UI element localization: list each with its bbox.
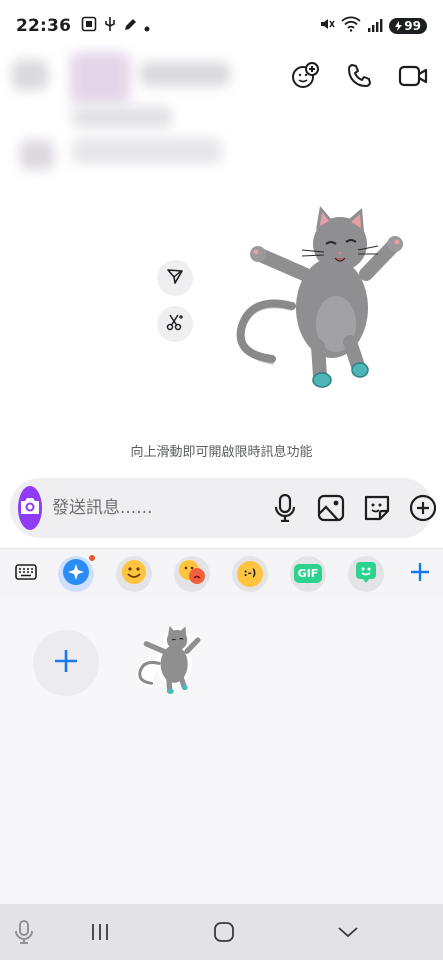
- microphone-icon: [15, 920, 33, 944]
- composer-icons: [271, 494, 437, 522]
- add-sticker-pack-button[interactable]: [409, 559, 431, 589]
- home-button[interactable]: [210, 920, 238, 944]
- ai-sticker-tab[interactable]: [58, 553, 96, 592]
- chat-header: [0, 52, 443, 104]
- battery-level: 99: [404, 19, 421, 33]
- video-call-icon[interactable]: [397, 60, 429, 92]
- recent-apps-button[interactable]: [86, 920, 114, 944]
- recent-apps-icon: [92, 924, 108, 940]
- cutout-button[interactable]: [157, 306, 193, 342]
- smiley-icon: [121, 559, 147, 589]
- status-time: 22:36: [16, 16, 72, 36]
- cat-sticker-message[interactable]: [232, 196, 410, 414]
- home-icon: [214, 922, 234, 942]
- status-bar: 22:36 99: [0, 0, 443, 52]
- avatar-sticker-icon: [354, 560, 378, 588]
- camera-icon: [18, 495, 42, 521]
- cutout-icon: [165, 312, 185, 336]
- message-preview-blurred: [72, 138, 222, 164]
- voice-input-button[interactable]: [10, 920, 38, 944]
- new-badge: [88, 553, 96, 562]
- sticker-tray-body: [0, 598, 443, 904]
- screenshot-icon: [81, 16, 97, 36]
- gif-tab[interactable]: GIF: [290, 555, 326, 592]
- message-composer: [10, 478, 437, 538]
- contact-name-blurred[interactable]: [140, 62, 230, 86]
- avatar-sticker-tab[interactable]: [348, 555, 384, 592]
- status-icons-left: [81, 16, 150, 36]
- mixed-emoji-icon: [178, 559, 206, 589]
- usb-icon: [104, 16, 116, 36]
- cat-sticker-item[interactable]: [134, 622, 206, 704]
- vanish-mode-hint: 向上滑動即可開啟限時訊息功能: [130, 445, 313, 460]
- status-icons-right: 99: [319, 16, 427, 36]
- dot-icon: [144, 17, 150, 36]
- pen-icon: [123, 17, 137, 36]
- contact-avatar-blurred[interactable]: [70, 52, 130, 104]
- message-preview-blurred: [72, 106, 172, 128]
- plus-icon: [411, 562, 429, 581]
- emoticon-label: :-): [243, 568, 257, 579]
- add-participant-icon[interactable]: [289, 60, 321, 92]
- plus-icon: [53, 648, 79, 678]
- create-sticker-button[interactable]: [33, 630, 99, 696]
- voice-call-icon[interactable]: [343, 60, 375, 92]
- sticker-tray-tabs: :-) GIF: [0, 548, 443, 598]
- mute-vibrate-icon: [319, 16, 335, 36]
- gif-icon: GIF: [293, 564, 323, 583]
- signal-icon: [367, 17, 383, 36]
- keyboard-icon: [15, 563, 37, 584]
- battery-indicator: 99: [389, 18, 427, 34]
- gallery-icon[interactable]: [317, 494, 345, 522]
- sticker-icon[interactable]: [363, 494, 391, 522]
- forward-icon: [166, 267, 184, 289]
- forward-button[interactable]: [157, 260, 193, 296]
- back-button[interactable]: [334, 920, 362, 944]
- back-area-blurred[interactable]: [12, 60, 48, 90]
- emoji-tab[interactable]: [116, 555, 152, 592]
- back-icon: [338, 927, 358, 938]
- emoticon-tab[interactable]: :-): [232, 555, 268, 592]
- microphone-icon[interactable]: [271, 494, 299, 522]
- ai-sparkle-icon: [62, 558, 90, 590]
- plus-circle-icon[interactable]: [409, 494, 437, 522]
- wifi-icon: [341, 16, 361, 36]
- message-input[interactable]: [52, 498, 271, 518]
- system-nav-bar: [0, 904, 443, 960]
- message-preview-blurred: [20, 140, 54, 170]
- header-actions: [289, 60, 429, 92]
- mixed-emoji-tab[interactable]: [174, 555, 210, 592]
- camera-button[interactable]: [18, 486, 42, 530]
- keyboard-tab[interactable]: [12, 556, 40, 592]
